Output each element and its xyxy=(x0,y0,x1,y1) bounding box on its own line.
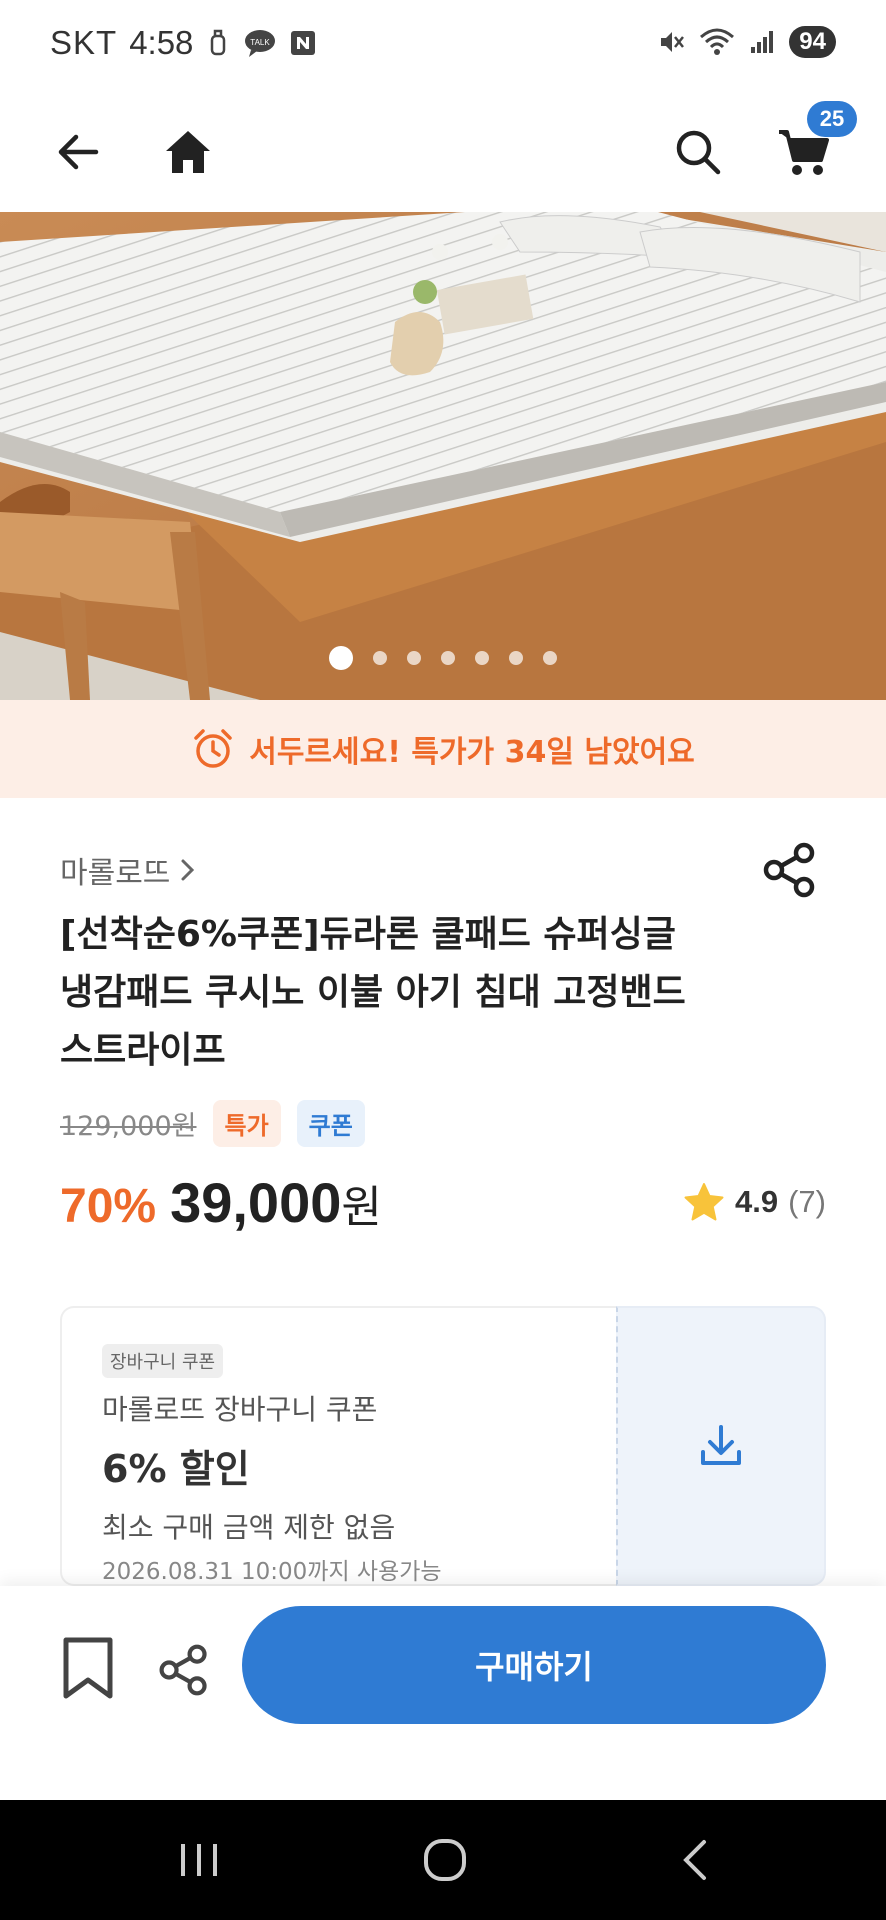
battery-level: 94 xyxy=(789,26,836,58)
carousel-dot[interactable] xyxy=(373,651,387,665)
coupon-discount: 6% 할인 xyxy=(102,1447,250,1491)
original-price: 129,000원 xyxy=(60,1111,197,1142)
bottom-share-button[interactable] xyxy=(150,1636,218,1704)
review-count: (7) xyxy=(788,1184,826,1219)
carrier-label: SKT xyxy=(50,24,118,61)
rating-summary[interactable]: 4.9 (7) xyxy=(683,1182,826,1222)
deal-countdown-text: 서두르세요! 특가가 34일 남았어요 xyxy=(249,735,695,770)
carousel-dot[interactable] xyxy=(407,651,421,665)
bottom-action-bar: 구매하기 xyxy=(0,1586,886,1800)
coupon-info: 장바구니 쿠폰 마롤로뜨 장바구니 쿠폰 6% 할인 최소 구매 금액 제한 없… xyxy=(60,1306,616,1586)
currency-unit: 원 xyxy=(341,1182,382,1233)
coupon-expiry: 2026.08.31 10:00까지 사용가능 xyxy=(102,1559,442,1585)
download-icon xyxy=(701,1425,741,1465)
share-icon xyxy=(159,1644,207,1696)
baby-bottle-icon xyxy=(205,28,231,58)
coupon-card: 장바구니 쿠폰 마롤로뜨 장바구니 쿠폰 6% 할인 최소 구매 금액 제한 없… xyxy=(60,1306,826,1586)
deal-countdown-banner: 서두르세요! 특가가 34일 남았어요 xyxy=(0,700,886,798)
product-title-line: 냉감패드 쿠시노 이불 아기 침대 고정밴드 xyxy=(60,972,686,1013)
brand-link[interactable]: 마롤로뜨 xyxy=(60,848,196,892)
coupon-min-purchase: 최소 구매 금액 제한 없음 xyxy=(102,1511,396,1544)
carousel-dot[interactable] xyxy=(509,651,523,665)
app-bar: 25 xyxy=(0,90,886,212)
sale-price: 39,000 xyxy=(170,1171,342,1234)
home-button[interactable] xyxy=(146,110,230,194)
product-image-carousel[interactable] xyxy=(0,212,886,700)
cart-count-badge: 25 xyxy=(807,101,857,137)
product-title: [선착순6%쿠폰]듀라론 쿨패드 슈퍼싱글 냉감패드 쿠시노 이불 아기 침대 … xyxy=(60,906,760,1080)
carousel-dot[interactable] xyxy=(475,651,489,665)
bookmark-button[interactable] xyxy=(56,1630,120,1706)
recent-apps-button[interactable] xyxy=(154,1830,244,1890)
carousel-dot[interactable] xyxy=(441,651,455,665)
product-title-line: [선착순6%쿠폰]듀라론 쿨패드 슈퍼싱글 xyxy=(60,914,676,955)
buy-button[interactable]: 구매하기 xyxy=(242,1606,826,1724)
naver-icon xyxy=(289,29,317,57)
price-row: 70% 39,000원 xyxy=(60,1170,382,1235)
carousel-indicator xyxy=(0,646,886,670)
system-nav-bar xyxy=(0,1800,886,1920)
clock: 4:58 xyxy=(129,24,194,61)
home-icon xyxy=(166,131,210,173)
coupon-tag: 쿠폰 xyxy=(296,1100,365,1147)
home-nav-button[interactable] xyxy=(400,1830,490,1890)
kakaotalk-icon: TALK xyxy=(243,28,277,58)
back-button[interactable] xyxy=(36,110,120,194)
svg-text:TALK: TALK xyxy=(251,38,271,47)
star-icon xyxy=(684,1183,724,1221)
carousel-dot[interactable] xyxy=(543,651,557,665)
recent-apps-icon xyxy=(181,1844,217,1876)
deal-tag: 특가 xyxy=(212,1100,281,1147)
bookmark-icon xyxy=(63,1637,113,1699)
product-title-line: 스트라이프 xyxy=(60,1030,226,1071)
arrow-left-icon xyxy=(58,134,99,170)
back-nav-button[interactable] xyxy=(650,1830,740,1890)
signal-icon xyxy=(749,29,775,55)
search-icon xyxy=(676,130,721,175)
price-tags: 129,000원 특가 쿠폰 xyxy=(60,1100,365,1147)
coupon-type-chip: 장바구니 쿠폰 xyxy=(102,1344,224,1378)
status-bar: SKT 4:58 TALK 94 xyxy=(0,0,886,90)
discount-rate: 70% xyxy=(60,1180,157,1233)
coupon-name: 마롤로뜨 장바구니 쿠폰 xyxy=(102,1393,378,1426)
chevron-right-icon xyxy=(181,859,195,881)
bed-product-image xyxy=(0,212,886,700)
home-circle-icon xyxy=(424,1839,466,1881)
coupon-download-button[interactable] xyxy=(616,1306,826,1586)
share-button[interactable] xyxy=(760,840,820,900)
share-icon xyxy=(763,842,815,898)
alarm-clock-icon xyxy=(194,729,232,768)
wifi-icon xyxy=(699,27,735,57)
rating-value: 4.9 xyxy=(735,1184,779,1219)
search-button[interactable] xyxy=(656,110,740,194)
brand-name: 마롤로뜨 xyxy=(60,856,171,891)
mute-icon xyxy=(657,28,685,56)
carousel-dot[interactable] xyxy=(329,646,353,670)
back-chevron-icon xyxy=(683,1840,706,1880)
